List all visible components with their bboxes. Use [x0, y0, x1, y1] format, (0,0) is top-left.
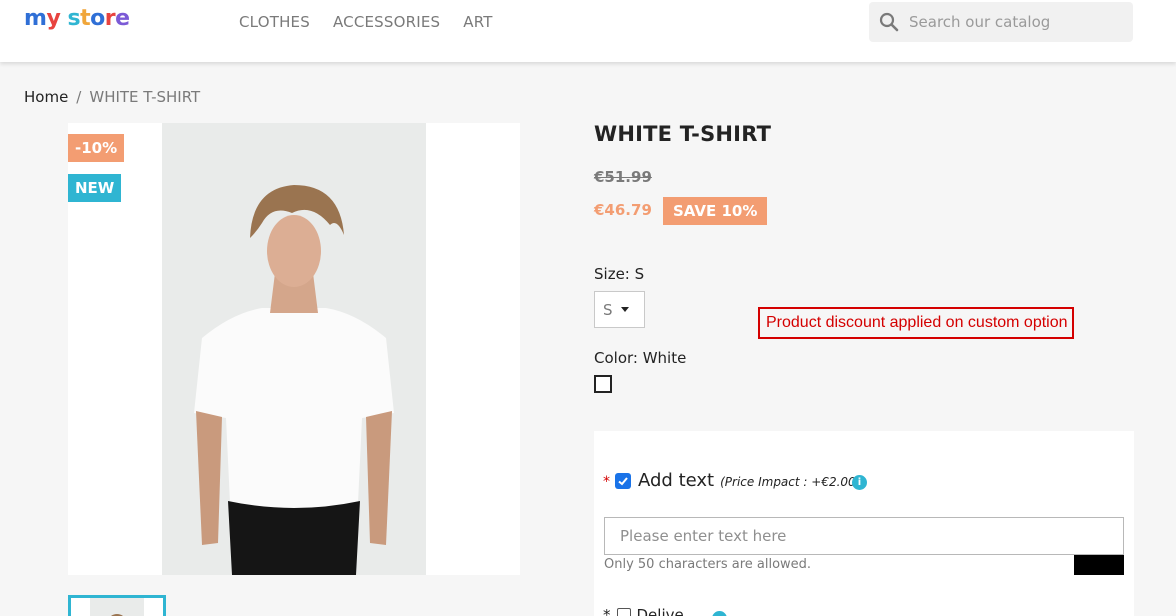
delivery-option[interactable]: * Delive — [603, 606, 684, 616]
nav-clothes[interactable]: CLOTHES — [239, 12, 310, 32]
discount-flag: -10% — [68, 134, 125, 162]
search-icon[interactable] — [869, 2, 909, 42]
breadcrumb-separator: / — [76, 88, 82, 106]
nav-art[interactable]: ART — [463, 12, 492, 32]
search-input[interactable] — [909, 3, 1119, 41]
custom-text-input[interactable] — [604, 517, 1124, 555]
product-thumbnail[interactable] — [68, 595, 166, 616]
chevron-down-icon — [620, 307, 629, 312]
product-photo — [162, 123, 426, 575]
regular-price: €51.99 — [594, 168, 652, 186]
add-text-checkbox[interactable] — [615, 473, 631, 489]
delivery-label: Delive — [636, 606, 684, 616]
breadcrumb-current: WHITE T-SHIRT — [89, 88, 201, 106]
color-swatch-white[interactable] — [594, 375, 612, 393]
discount-badge: SAVE 10% — [663, 197, 768, 225]
redacted-box — [1074, 555, 1124, 575]
character-limit-help: Only 50 characters are allowed. — [604, 557, 812, 572]
product-title: WHITE T-SHIRT — [594, 122, 772, 146]
breadcrumb-home[interactable]: Home — [24, 88, 68, 106]
current-price: €46.79 — [594, 201, 652, 219]
product-image-frame[interactable] — [68, 123, 520, 575]
color-label: Color: White — [594, 349, 687, 367]
delivery-checkbox[interactable] — [616, 608, 631, 616]
size-label: Size: S — [594, 265, 645, 283]
breadcrumb: Home / WHITE T-SHIRT — [24, 88, 200, 106]
size-select-value: S — [603, 300, 613, 319]
checkmark-icon — [618, 477, 628, 486]
required-marker: * — [603, 606, 611, 616]
site-header: my store CLOTHES ACCESSORIES ART — [0, 0, 1176, 62]
new-flag: NEW — [68, 174, 122, 202]
nav-accessories[interactable]: ACCESSORIES — [333, 12, 440, 32]
option-title: Add text — [638, 470, 715, 491]
price-impact: (Price Impact : +€2.00) — [720, 475, 861, 489]
required-marker: * — [603, 474, 610, 490]
info-icon[interactable]: i — [852, 475, 867, 490]
discount-note: Product discount applied on custom optio… — [758, 307, 1074, 339]
search-bar — [869, 2, 1133, 42]
size-select[interactable]: S — [594, 291, 645, 328]
main-nav: CLOTHES ACCESSORIES ART — [239, 12, 493, 32]
add-text-option: Add text (Price Impact : +€2.00) — [638, 470, 860, 491]
store-logo[interactable]: my store — [24, 6, 130, 31]
